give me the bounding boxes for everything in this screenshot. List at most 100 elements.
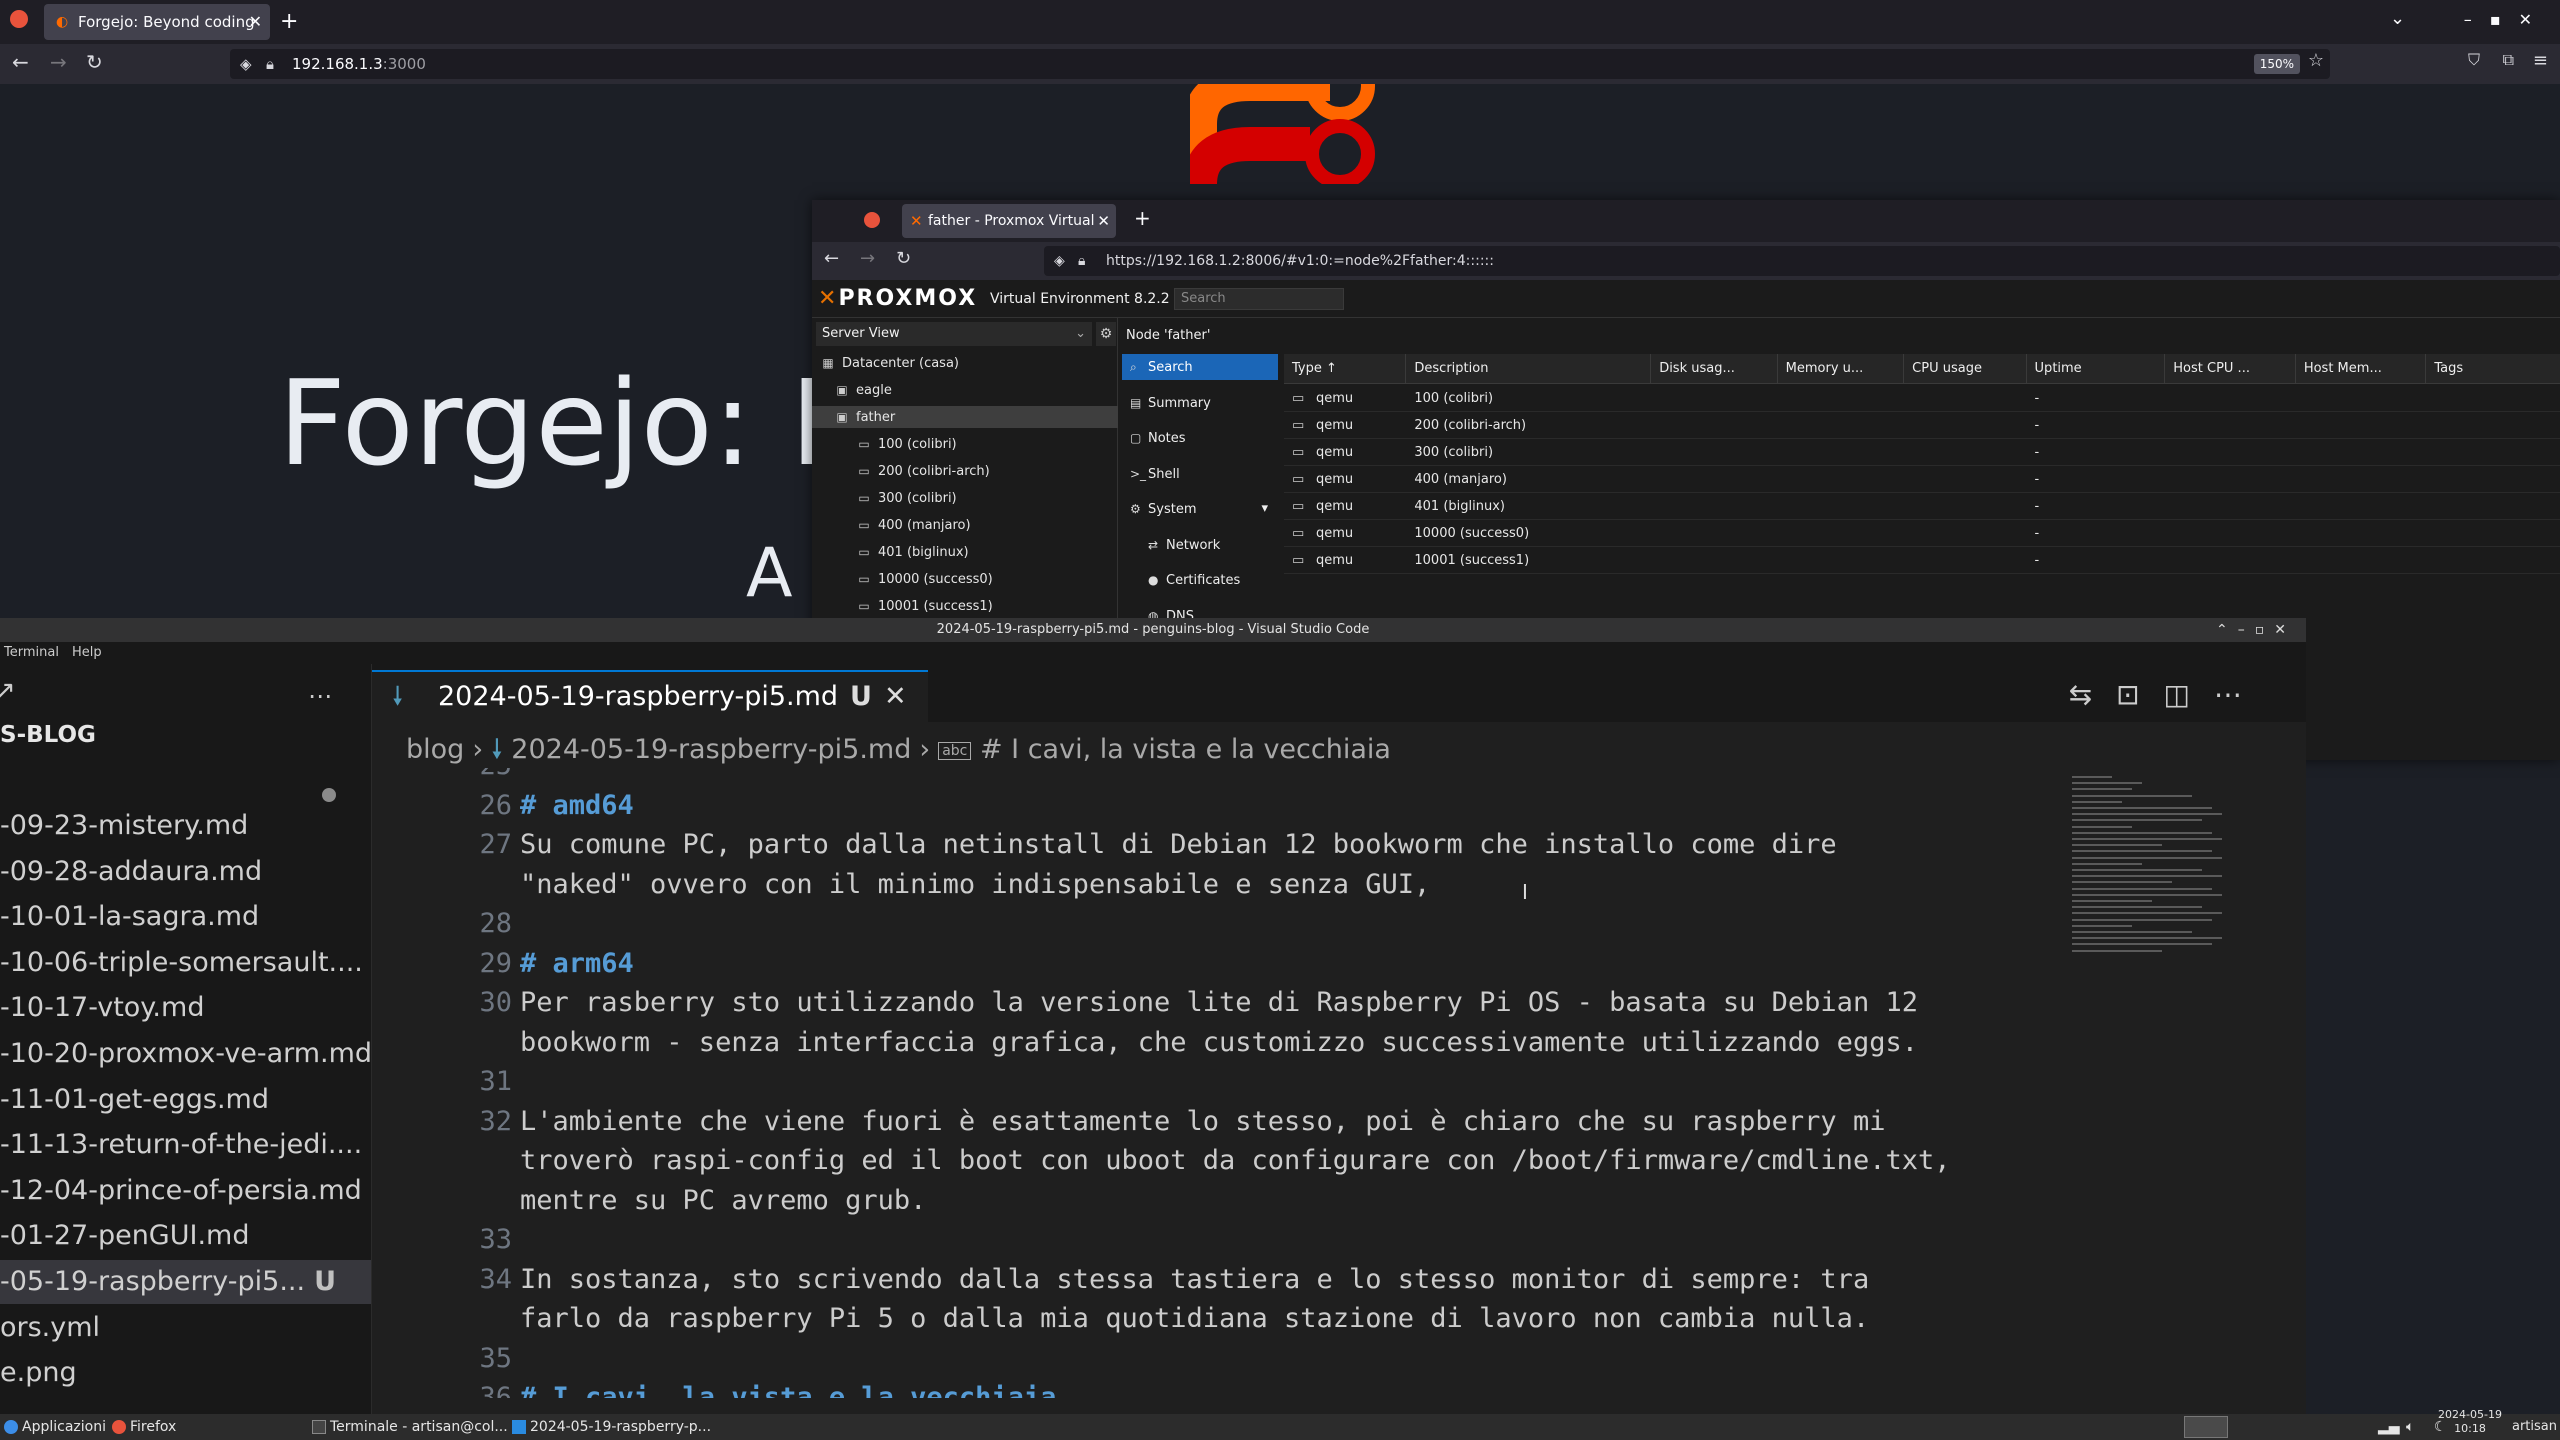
code-view[interactable]: 2526# amd6427Su comune PC, parto dalla n… <box>372 768 2072 1398</box>
file-item[interactable]: -09-23-mistery.md <box>0 804 371 848</box>
table-row[interactable]: ▭ qemu 100 (colibri) - <box>1284 386 2560 412</box>
table-row[interactable]: ▭ qemu 300 (colibri) - <box>1284 440 2560 466</box>
workspace-switcher[interactable] <box>2184 1416 2228 1438</box>
lock-icon[interactable]: 🔒︎ <box>266 49 274 79</box>
code-line[interactable]: 35 <box>372 1339 2072 1379</box>
back-icon[interactable]: ← <box>824 248 839 269</box>
menu-item-summary[interactable]: ▤ Summary <box>1122 390 1278 416</box>
tree-item[interactable]: ▭ 401 (biglinux) <box>812 541 1118 563</box>
split-editor-icon[interactable]: ◫ <box>2164 678 2214 711</box>
close-tab-icon[interactable]: ✕ <box>249 4 262 40</box>
table-row[interactable]: ▭ qemu 401 (biglinux) - <box>1284 494 2560 520</box>
code-line[interactable]: 29 # arm64 <box>372 944 2072 984</box>
menu-item-notes[interactable]: ▢ Notes <box>1122 425 1278 451</box>
breadcrumb-folder[interactable]: blog <box>406 734 464 765</box>
column-header[interactable]: Type ↑ <box>1284 354 1407 384</box>
table-row[interactable]: ▭ qemu 200 (colibri-arch) - <box>1284 413 2560 439</box>
code-line[interactable]: bookworm - senza interfaccia grafica, ch… <box>372 1023 2072 1063</box>
code-line[interactable]: 25 <box>372 768 2072 786</box>
taskbar-terminal[interactable]: Terminale - artisan@col... <box>312 1414 508 1440</box>
proxmox-search-input[interactable]: Search <box>1174 288 1344 310</box>
network-icon[interactable]: ▂▄ <box>2378 1414 2400 1440</box>
taskbar-vscode[interactable]: 2024-05-19-raspberry-p... <box>512 1414 711 1440</box>
editor-tab-active[interactable]: 🠗 2024-05-19-raspberry-pi5.md U ✕ <box>372 670 928 722</box>
close-tab-icon[interactable]: ✕ <box>884 672 907 722</box>
column-header[interactable]: Description <box>1406 354 1652 384</box>
tab-proxmox[interactable]: ✕ father - Proxmox Virtual ✕ <box>902 204 1116 238</box>
code-line[interactable]: troverò raspi-config ed il boot con uboo… <box>372 1141 2072 1181</box>
menu-item-shell[interactable]: >_ Shell <box>1122 461 1278 487</box>
code-line[interactable]: 27 Su comune PC, parto dalla netinstall d… <box>372 825 2072 865</box>
menu-help[interactable]: Help <box>72 642 102 664</box>
tree-item[interactable]: ▣ father <box>812 406 1118 428</box>
pocket-icon[interactable]: ⛉ <box>2468 50 2480 70</box>
file-item[interactable]: -10-17-vtoy.md <box>0 986 371 1030</box>
clock[interactable]: 2024-05-19 10:18 <box>2438 1408 2502 1436</box>
shield-icon[interactable]: ◈ <box>240 49 252 79</box>
tree-item[interactable]: ▭ 10000 (success0) <box>812 568 1118 590</box>
menu-item-network[interactable]: ⇄ Network <box>1122 532 1278 558</box>
code-line[interactable]: farlo da raspberry Pi 5 o dalla mia quot… <box>372 1299 2072 1339</box>
file-item[interactable]: -12-04-prince-of-persia.md <box>0 1169 371 1213</box>
lock-icon[interactable]: 🔒︎ <box>1078 246 1085 276</box>
open-preview-icon[interactable]: ⊡ <box>2116 678 2163 711</box>
firefox-icon[interactable] <box>10 10 28 28</box>
tree-item[interactable]: ▦ Datacenter (casa) <box>812 352 1118 374</box>
menu-icon[interactable]: ≡ <box>2533 50 2548 71</box>
column-header[interactable]: Host CPU ... <box>2165 354 2296 384</box>
code-line[interactable]: mentre su PC avremo grub. <box>372 1181 2072 1221</box>
back-icon[interactable]: ← <box>12 50 29 74</box>
file-item[interactable]: ors.yml <box>0 1306 371 1350</box>
bookmark-star-icon[interactable]: ☆ <box>2308 50 2324 71</box>
tab-forgejo[interactable]: ◐ Forgejo: Beyond coding ✕ <box>44 4 270 40</box>
shield-icon[interactable]: ◈ <box>1054 246 1065 276</box>
file-item[interactable]: -10-01-la-sagra.md <box>0 895 371 939</box>
user-label[interactable]: artisan <box>2512 1414 2557 1440</box>
tree-item[interactable]: ▭ 400 (manjaro) <box>812 514 1118 536</box>
breadcrumb-section[interactable]: # I cavi, la vista e la vecchiaia <box>980 734 1391 765</box>
tree-item[interactable]: ▣ eagle <box>812 379 1118 401</box>
zoom-indicator[interactable]: 150% <box>2253 54 2300 74</box>
open-changes-icon[interactable]: ⇆ <box>2069 678 2116 711</box>
breadcrumb-file[interactable]: 2024-05-19-raspberry-pi5.md <box>511 734 911 765</box>
menu-item-system[interactable]: ⚙ System ▾ <box>1122 496 1278 522</box>
table-row[interactable]: ▭ qemu 400 (manjaro) - <box>1284 467 2560 493</box>
vertical-scrollbar[interactable] <box>2294 768 2306 1398</box>
code-line[interactable]: 32 L'ambiente che viene fuori è esattamen… <box>372 1102 2072 1142</box>
explorer-folder-header[interactable]: S-BLOG <box>0 722 96 748</box>
reload-icon[interactable]: ↻ <box>896 248 911 269</box>
url-bar[interactable]: ◈ 🔒︎ https://192.168.1.2:8006/#v1:0:=nod… <box>1044 246 2560 276</box>
file-item[interactable]: -09-28-addaura.md <box>0 850 371 894</box>
column-header[interactable]: CPU usage <box>1904 354 2027 384</box>
menu-item-certificates[interactable]: ● Certificates <box>1122 567 1278 593</box>
menu-terminal[interactable]: Terminal <box>4 642 59 664</box>
proxmox-logo[interactable]: ✕PROXMOX <box>818 286 977 311</box>
window-controls[interactable]: –▪✕ <box>2464 10 2550 29</box>
tree-item[interactable]: ▭ 10001 (success1) <box>812 595 1118 617</box>
file-item[interactable]: -05-19-raspberry-pi5... U <box>0 1260 371 1304</box>
server-view-select[interactable]: Server View ⌄ <box>816 322 1092 346</box>
file-item[interactable]: -10-06-triple-somersault.... <box>0 941 371 985</box>
forward-icon[interactable]: → <box>50 50 67 74</box>
firefox-icon[interactable] <box>864 212 880 228</box>
code-line[interactable]: 30 Per rasberry sto utilizzando la versio… <box>372 983 2072 1023</box>
code-line[interactable]: 36 # I cavi, la vista e la vecchiaia <box>372 1378 2072 1398</box>
code-line[interactable]: 33 <box>372 1220 2072 1260</box>
file-item[interactable]: -11-01-get-eggs.md <box>0 1078 371 1122</box>
more-actions-icon[interactable]: ⋯ <box>308 682 332 710</box>
new-tab-button[interactable]: + <box>280 8 298 36</box>
list-tabs-icon[interactable]: ⌄ <box>2390 8 2405 29</box>
taskbar-firefox[interactable]: Firefox <box>112 1414 176 1440</box>
table-row[interactable]: ▭ qemu 10001 (success1) - <box>1284 548 2560 574</box>
file-item[interactable]: -10-20-proxmox-ve-arm.md <box>0 1032 371 1076</box>
minimap[interactable] <box>2072 768 2258 968</box>
gear-icon[interactable]: ⚙ <box>1096 322 1116 346</box>
file-item[interactable]: -01-27-penGUI.md <box>0 1214 371 1258</box>
column-header[interactable]: Disk usag... <box>1651 354 1778 384</box>
column-header[interactable]: Tags <box>2426 354 2560 384</box>
tree-item[interactable]: ▭ 100 (colibri) <box>812 433 1118 455</box>
tree-item[interactable]: ▭ 300 (colibri) <box>812 487 1118 509</box>
code-line[interactable]: 26 # amd64 <box>372 786 2072 826</box>
file-item[interactable]: -11-13-return-of-the-jedi.... <box>0 1123 371 1167</box>
menu-item-search[interactable]: ⌕ Search <box>1122 354 1278 380</box>
